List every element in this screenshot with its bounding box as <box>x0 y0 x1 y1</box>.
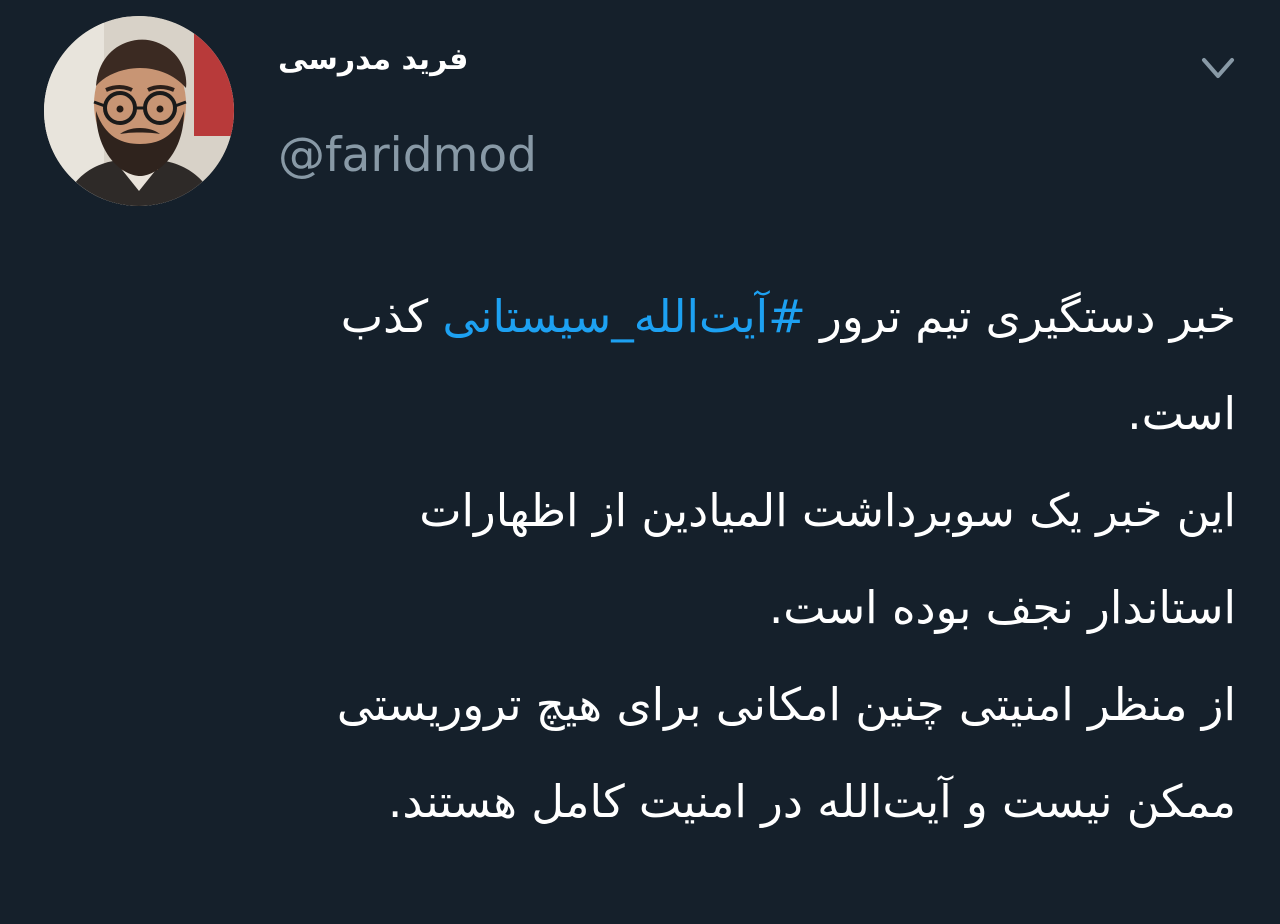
tweet-card: فرید مدرسی @faridmod خبر دستگیری تیم ترو… <box>0 0 1280 924</box>
tweet-line-5: از منظر امنیتی چنین امکانی برای هیچ ترور… <box>336 678 1236 731</box>
tweet-line-2: است. <box>1127 387 1236 440</box>
chevron-down-icon <box>1202 58 1234 78</box>
tweet-line-3: این خبر یک سوبرداشت المیادین از اظهارات <box>419 484 1236 537</box>
tweet-text-segment: کذب <box>340 290 443 343</box>
tweet-text-segment: خبر دستگیری تیم ترور <box>805 290 1236 343</box>
tweet-line-1: خبر دستگیری تیم ترور #آیت‌الله_سیستانی ک… <box>46 268 1236 365</box>
author-handle[interactable]: @faridmod <box>278 128 537 183</box>
avatar[interactable] <box>44 16 234 206</box>
hashtag-link[interactable]: #آیت‌الله_سیستانی <box>442 290 805 343</box>
tweet-text: خبر دستگیری تیم ترور #آیت‌الله_سیستانی ک… <box>46 268 1236 850</box>
tweet-line-6: ممکن نیست و آیت‌الله در امنیت کامل هستند… <box>388 775 1236 828</box>
user-avatar-icon <box>44 16 234 206</box>
tweet-line-4: استاندار نجف بوده است. <box>768 581 1236 634</box>
author-display-name[interactable]: فرید مدرسی <box>278 42 468 77</box>
tweet-menu-button[interactable] <box>1196 50 1240 86</box>
